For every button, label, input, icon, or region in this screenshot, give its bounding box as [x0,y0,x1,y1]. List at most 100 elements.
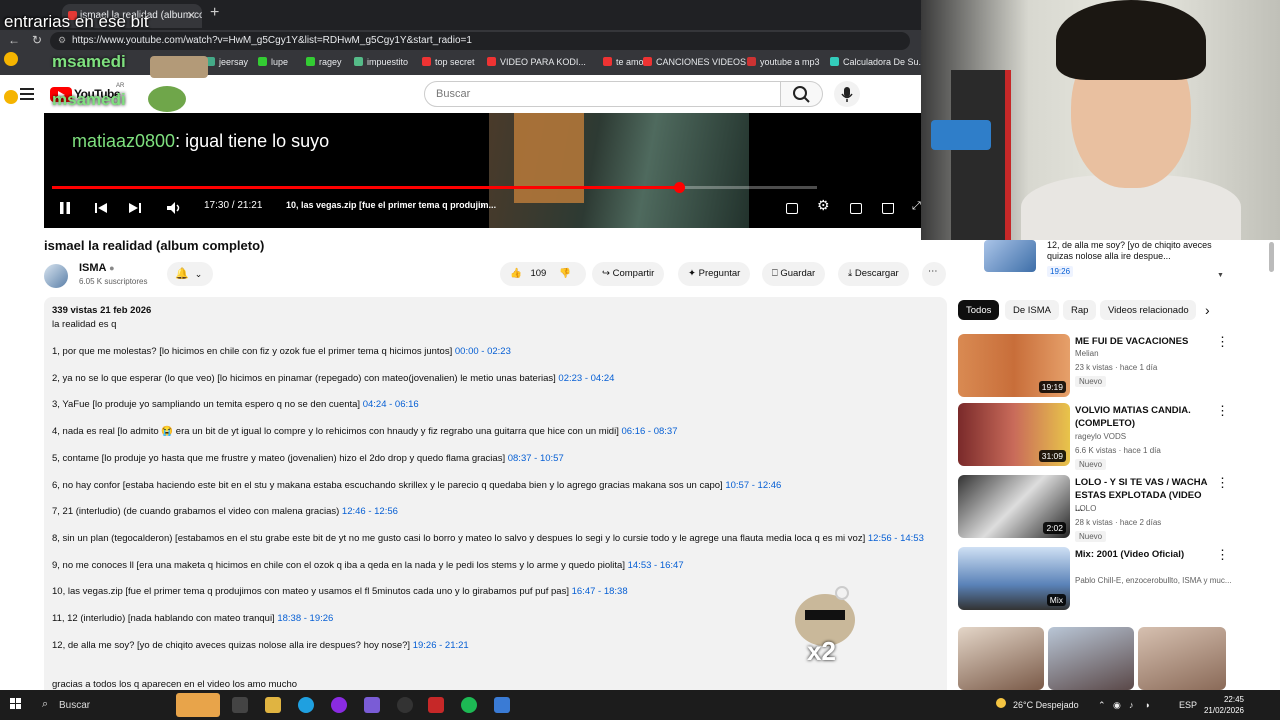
track-timestamp-link[interactable]: 08:37 - 10:57 [508,453,564,464]
bookmark-item[interactable]: impuestito [354,57,408,67]
settings-icon[interactable]: ⚙ [817,197,830,214]
more-options-icon[interactable]: ⋮ [1216,547,1229,563]
chevron-right-icon[interactable]: › [1205,302,1210,318]
clock[interactable]: 22:45 21/02/2026 [1196,694,1244,716]
recommendation-title[interactable]: VOLVIO MATIAS CANDIA. (COMPLETO) [1075,404,1210,430]
recommendation-thumbnail[interactable]: Mix [958,547,1070,610]
thumbnail-image[interactable] [1048,627,1134,690]
filter-chip[interactable]: Videos relacionado [1100,300,1196,320]
recommendation-channel[interactable]: Melian [1075,349,1099,358]
more-actions-button[interactable]: ⋯ [922,262,946,286]
close-tab-icon[interactable]: ✕ [187,9,196,22]
network-icon[interactable]: ◉ [1113,700,1121,711]
filter-chip[interactable]: Rap [1063,300,1097,320]
cast-icon[interactable] [882,203,894,214]
track-timestamp-link[interactable]: 12:56 - 14:53 [868,533,924,544]
progress-bar[interactable] [52,182,817,193]
track-timestamp-link[interactable]: 06:16 - 08:37 [621,426,677,437]
more-options-icon[interactable]: ⋮ [1216,475,1229,491]
new-tab-icon[interactable]: + [210,4,219,22]
subtitles-icon[interactable] [786,203,798,214]
chevron-up-icon[interactable]: ⌃ [1098,700,1106,711]
weather-text[interactable]: 26°C Despejado [1013,700,1079,710]
track-timestamp-link[interactable]: 14:53 - 16:47 [628,560,684,571]
filter-chip[interactable]: De ISMA [1005,300,1060,320]
chapter-chevron-icon[interactable]: › [480,200,484,212]
up-next-thumbnail[interactable] [984,240,1036,272]
bookmark-item[interactable]: top secret [422,57,475,67]
miniplayer-icon[interactable] [850,203,862,214]
voice-search-button[interactable] [834,81,860,107]
recommendation-title[interactable]: ME FUI DE VACACIONES [1075,335,1210,348]
bookmark-item[interactable]: lupe [258,57,288,67]
track-timestamp-link[interactable]: 02:23 - 04:24 [558,373,614,384]
scroll-down-icon[interactable]: ▼ [1217,272,1224,279]
scrollbar-thumb[interactable] [1269,242,1274,272]
spotify-icon[interactable] [461,697,477,713]
thumbnail-image[interactable] [958,627,1044,690]
track-timestamp-link[interactable]: 00:00 - 02:23 [455,346,511,357]
bookmark-item[interactable]: ragey [306,57,342,67]
notifications-button[interactable]: 🔔 ⌄ [167,262,213,286]
reload-icon[interactable]: ↻ [32,33,42,47]
track-timestamp-link[interactable]: 18:38 - 19:26 [277,613,333,624]
recommendation-channel[interactable]: Pablo Chill-E, enzocerobullto, ISMA y mu… [1075,576,1232,585]
fullscreen-icon[interactable]: ⤢ [912,200,921,213]
track-timestamp-link[interactable]: 19:26 - 21:21 [413,640,469,651]
bookmark-item[interactable]: VIDEO PARA KODI... [487,57,586,67]
recommendation-title[interactable]: Mix: 2001 (Video Oficial) [1075,548,1210,561]
page-scrollbar[interactable] [1268,240,1274,690]
track-timestamp-link[interactable]: 10:57 - 12:46 [725,480,781,491]
volume-icon[interactable] [166,201,184,215]
dislike-icon[interactable]: 👎 [559,268,571,279]
app-icon[interactable] [494,697,510,713]
save-button[interactable]: ⎕ Guardar [762,262,826,286]
bookmark-item[interactable]: jeersay [206,57,248,67]
url-field[interactable]: ⚙ https://www.youtube.com/watch?v=HwM_g5… [50,32,910,50]
like-count[interactable]: 109 [530,268,546,279]
file-explorer-icon[interactable] [265,697,281,713]
channel-avatar[interactable] [44,264,68,288]
more-options-icon[interactable]: ⋮ [1216,334,1229,350]
pause-icon[interactable] [58,201,72,215]
search-button[interactable] [781,81,823,107]
more-options-icon[interactable]: ⋮ [1216,403,1229,419]
bookmark-item[interactable]: Calculadora De Su... [830,57,926,67]
like-icon[interactable]: 👍 [510,268,522,279]
recommendation-thumbnail[interactable]: 2:02 [958,475,1070,538]
search-input[interactable]: Buscar [424,81,781,107]
recommendation-channel[interactable]: rageylo VODS [1075,432,1126,441]
bookmark-item[interactable]: youtube a mp3 [747,57,820,67]
speaker-icon[interactable]: ◗ [1145,700,1150,710]
filter-chip[interactable]: Todos [958,300,1000,320]
windows-start-icon[interactable] [10,698,22,710]
language-indicator[interactable]: ESP [1179,700,1197,710]
recommendation-thumbnail[interactable]: 31:09 [958,403,1070,466]
task-view-icon[interactable] [232,697,248,713]
download-button[interactable]: ⤓ Descargar [838,262,909,286]
previous-icon[interactable] [94,201,108,215]
edge-icon[interactable] [298,697,314,713]
discord-icon[interactable] [364,697,380,713]
track-timestamp-link[interactable]: 04:24 - 06:16 [363,399,419,410]
ask-button[interactable]: ✦ Preguntar [678,262,751,286]
back-icon[interactable]: ← [8,33,20,47]
app-icon[interactable] [331,697,347,713]
mic-icon[interactable]: ♪ [1129,700,1134,710]
video-player[interactable]: 17:30 / 21:21 10, las vegas.zip [fue el … [44,113,921,228]
bookmark-item[interactable]: te amo [603,57,644,67]
thumbnail-image[interactable] [1138,627,1226,690]
up-next-title[interactable]: 12, de alla me soy? [yo de chiqito avece… [1047,240,1212,262]
share-button[interactable]: ↪ Compartir [592,262,665,286]
menu-icon[interactable] [20,88,34,100]
app-icon[interactable] [428,697,444,713]
channel-name[interactable]: ISMA ● [79,262,115,274]
recommendation-thumbnail[interactable]: 19:19 [958,334,1070,397]
track-timestamp-link[interactable]: 16:47 - 18:38 [572,586,628,597]
site-info-icon[interactable]: ⚙ [58,35,66,46]
up-next-timestamp[interactable]: 19:26 [1047,266,1074,277]
recommendation-channel[interactable]: LOLO [1075,504,1096,513]
track-timestamp-link[interactable]: 12:46 - 12:56 [342,506,398,517]
bookmark-item[interactable]: CANCIONES VIDEOS [643,57,746,67]
chapter-title[interactable]: 10, las vegas.zip [fue el primer tema q … [286,200,496,210]
